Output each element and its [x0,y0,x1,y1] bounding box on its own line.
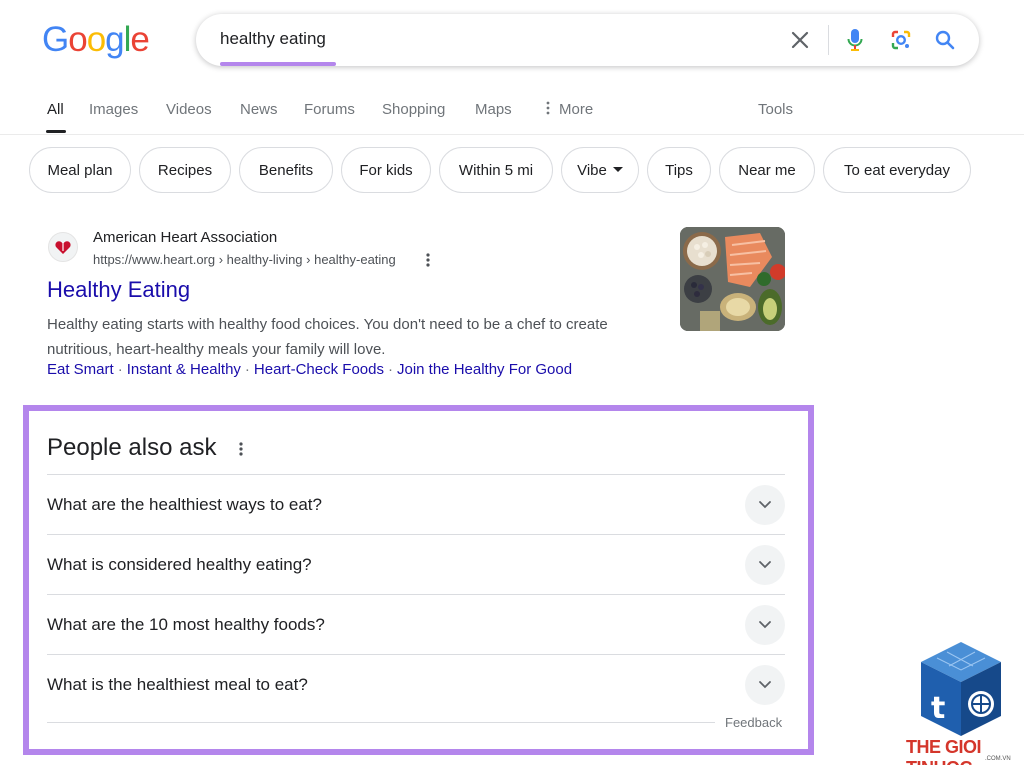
tab-news[interactable]: News [240,101,278,118]
paa-menu-icon[interactable] [232,439,250,459]
result-title-link[interactable]: Healthy Eating [47,277,190,303]
sitelink-eat-smart[interactable]: Eat Smart [47,361,114,378]
search-highlight [220,62,336,66]
expand-chevron-icon[interactable] [745,605,785,645]
chip-meal-plan[interactable]: Meal plan [29,147,131,193]
more-vert-icon [546,101,550,115]
clear-icon[interactable] [786,26,814,54]
sitelink-heart-check-foods[interactable]: Heart-Check Foods [254,361,384,378]
chip-near-me[interactable]: Near me [719,147,815,193]
result-menu-icon[interactable] [418,250,438,270]
lens-icon[interactable] [887,26,915,54]
tools-button[interactable]: Tools [758,101,793,118]
paa-question: What are the 10 most healthy foods? [47,615,325,634]
logo-letter: o [86,20,106,59]
search-icon[interactable] [931,26,959,54]
logo-letter: G [42,20,69,59]
site-favicon[interactable] [48,232,78,262]
logo-letter: g [105,20,124,59]
tab-more-label: More [559,101,594,118]
paa-question: What are the healthiest ways to eat? [47,495,322,514]
tab-videos[interactable]: Videos [166,101,212,118]
paa-question-row[interactable]: What are the 10 most healthy foods? [47,594,785,654]
chip-for-kids[interactable]: For kids [341,147,431,193]
chip-benefits[interactable]: Benefits [239,147,333,193]
chip-within-5-mi[interactable]: Within 5 mi [439,147,553,193]
search-tabs: All Images Videos News Forums Shopping M… [0,96,1024,135]
sitelinks: Eat Smart · Instant & Healthy · Heart-Check … [47,361,573,378]
chip-vibe-label: Vibe [577,161,607,179]
expand-chevron-icon[interactable] [745,545,785,585]
google-logo[interactable]: Google [42,20,150,60]
sitelink-instant-healthy[interactable]: Instant & Healthy [127,361,241,378]
chip-tips[interactable]: Tips [647,147,711,193]
active-tab-indicator [46,130,66,133]
feedback-link[interactable]: Feedback [725,715,782,730]
expand-chevron-icon[interactable] [745,485,785,525]
result-thumbnail[interactable] [680,227,785,331]
tab-maps[interactable]: Maps [475,101,512,118]
tab-forums[interactable]: Forums [304,101,355,118]
dropdown-arrow-icon [612,167,623,172]
logo-letter: o [68,20,87,59]
snippet-line: nutritious, heart-healthy meals your fam… [47,341,386,358]
site-name[interactable]: American Heart Association [93,229,277,246]
microphone-icon[interactable] [841,26,869,54]
result-snippet: Healthy eating starts with healthy food … [47,312,657,362]
tab-more[interactable]: More [545,101,593,118]
search-divider [828,25,829,55]
chip-to-eat-everyday[interactable]: To eat everyday [823,147,971,193]
paa-question-row[interactable]: What is considered healthy eating? [47,534,785,594]
site-url[interactable]: https://www.heart.org › healthy-living ›… [93,252,396,267]
tab-shopping[interactable]: Shopping [382,101,445,118]
heart-torch-icon [55,241,71,254]
paa-question: What is the healthiest meal to eat? [47,675,308,694]
chip-recipes[interactable]: Recipes [139,147,231,193]
search-input[interactable]: healthy eating [220,29,326,49]
paa-question-row[interactable]: What is the healthiest meal to eat? [47,654,785,714]
paa-bottom-divider [47,722,715,723]
paa-question-row[interactable]: What are the healthiest ways to eat? [47,474,785,534]
tab-all[interactable]: All [47,101,64,118]
svg-text:t: t [931,691,945,726]
expand-chevron-icon[interactable] [745,665,785,705]
paa-title: People also ask [47,434,217,461]
snippet-line: Healthy eating starts with healthy food … [47,316,608,333]
paa-question: What is considered healthy eating? [47,555,312,574]
search-bar[interactable]: healthy eating [196,14,979,66]
sitelink-join-healthy-for-good[interactable]: Join the Healthy For Good [397,361,572,378]
watermark-subtext: .COM.VN [985,756,1011,762]
logo-letter: l [123,20,132,59]
watermark-logo: t [917,640,1005,738]
chip-vibe[interactable]: Vibe [561,147,639,193]
tab-images[interactable]: Images [89,101,138,118]
logo-letter: e [130,20,149,59]
